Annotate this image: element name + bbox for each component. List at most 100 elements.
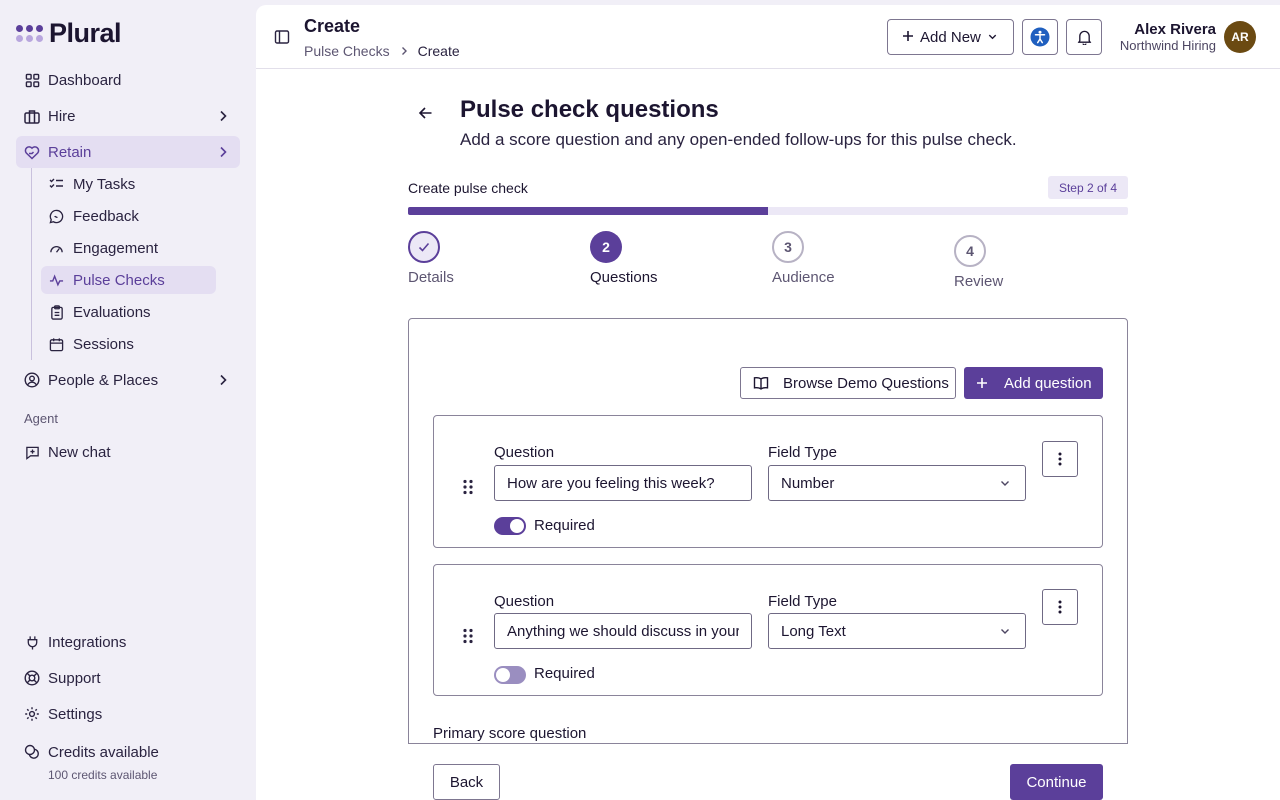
accessibility-icon: [1030, 27, 1050, 47]
breadcrumb-link[interactable]: Pulse Checks: [304, 43, 390, 59]
sidebar-toggle-icon[interactable]: [274, 29, 290, 45]
field-type-select[interactable]: Number: [768, 465, 1026, 501]
submenu-guide-line: [31, 168, 32, 360]
drag-handle-icon[interactable]: [462, 479, 474, 495]
toggle-knob: [496, 668, 510, 682]
browse-label: Browse Demo Questions: [783, 374, 949, 392]
chevron-right-icon: [220, 146, 227, 158]
field-type-value: Long Text: [781, 622, 846, 640]
sidebar-item-label: My Tasks: [73, 175, 136, 193]
browse-demo-questions-button[interactable]: Browse Demo Questions: [740, 367, 956, 399]
continue-button[interactable]: Continue: [1010, 764, 1103, 800]
field-type-label: Field Type: [768, 593, 837, 610]
wizard-progress-fill: [408, 207, 768, 215]
brand-name: Plural: [49, 18, 122, 48]
sidebar-item-label: Retain: [48, 143, 92, 161]
sidebar-item-label: Support: [48, 669, 101, 687]
question-input[interactable]: [494, 465, 752, 501]
question-menu-button[interactable]: [1042, 589, 1078, 625]
field-type-value: Number: [781, 474, 835, 492]
sidebar-item-dashboard[interactable]: Dashboard: [16, 64, 240, 96]
sidebar-item-settings[interactable]: Settings: [16, 698, 240, 730]
sidebar-item-my-tasks[interactable]: My Tasks: [41, 170, 216, 198]
sidebar-item-engagement[interactable]: Engagement: [41, 234, 216, 262]
chevron-right-icon: [220, 110, 227, 122]
step-badge: Step 2 of 4: [1048, 176, 1128, 199]
wizard-step-audience[interactable]: 3 Audience: [772, 231, 835, 286]
sidebar-item-credits[interactable]: Credits available: [16, 736, 240, 768]
sidebar-item-label: Sessions: [73, 335, 134, 353]
sidebar-item-sessions[interactable]: Sessions: [41, 330, 216, 358]
coins-icon: [24, 744, 40, 760]
add-question-button[interactable]: Add question: [964, 367, 1103, 399]
user-name: Alex Rivera: [1134, 21, 1216, 38]
plus-icon: [902, 29, 914, 46]
field-type-label: Field Type: [768, 444, 837, 461]
bell-icon: [1077, 30, 1091, 45]
drag-handle-icon[interactable]: [462, 628, 474, 644]
back-arrow-icon[interactable]: [416, 103, 436, 123]
required-toggle[interactable]: [494, 517, 526, 535]
wizard-step-details[interactable]: Details: [408, 231, 454, 286]
sidebar-item-new-chat[interactable]: New chat: [16, 436, 240, 468]
chevron-down-icon: [987, 29, 998, 46]
sidebar-item-support[interactable]: Support: [16, 662, 240, 694]
avatar[interactable]: AR: [1224, 21, 1256, 53]
pulse-icon: [49, 273, 64, 288]
step-number: 4: [954, 235, 986, 267]
briefcase-icon: [24, 108, 40, 124]
wizard-step-questions[interactable]: 2 Questions: [590, 231, 658, 286]
notifications-button[interactable]: [1066, 19, 1102, 55]
field-type-select[interactable]: Long Text: [768, 613, 1026, 649]
agent-section-label: Agent: [24, 411, 58, 426]
heart-hand-icon: [24, 144, 40, 160]
main-panel: Create Pulse Checks Create Add New Alex …: [256, 5, 1280, 800]
step-label: Audience: [772, 269, 835, 286]
sidebar-item-label: Dashboard: [48, 71, 122, 89]
chevron-right-icon: [399, 43, 409, 59]
new-chat-icon: [24, 444, 40, 460]
sidebar-item-label: Feedback: [73, 207, 139, 225]
sidebar-item-feedback[interactable]: Feedback: [41, 202, 216, 230]
credits-detail: 100 credits available: [48, 768, 158, 782]
sidebar-item-label: Hire: [48, 107, 76, 125]
required-label: Required: [534, 517, 595, 534]
question-menu-button[interactable]: [1042, 441, 1078, 477]
logo-mark-icon: [16, 25, 43, 42]
back-button[interactable]: Back: [433, 764, 500, 800]
clipboard-icon: [49, 304, 64, 320]
gauge-icon: [49, 241, 64, 256]
gear-icon: [24, 706, 40, 722]
grid-icon: [24, 72, 40, 88]
sidebar-item-label: Integrations: [48, 633, 127, 651]
accessibility-button[interactable]: [1022, 19, 1058, 55]
step-number: 3: [772, 231, 804, 263]
plug-icon: [24, 634, 40, 650]
sidebar-item-pulse-checks[interactable]: Pulse Checks: [41, 266, 216, 294]
brand-logo[interactable]: Plural: [16, 18, 122, 49]
required-toggle[interactable]: [494, 666, 526, 684]
sidebar-item-integrations[interactable]: Integrations: [16, 626, 240, 658]
primary-score-label: Primary score question: [433, 725, 587, 742]
add-new-label: Add New: [920, 28, 981, 46]
question-input[interactable]: [494, 613, 752, 649]
wizard-step-review[interactable]: 4 Review: [954, 235, 1003, 290]
sidebar-item-label: Engagement: [73, 239, 159, 257]
sidebar-item-label: Pulse Checks: [73, 271, 165, 289]
sidebar-item-hire[interactable]: Hire: [16, 100, 240, 132]
book-open-icon: [753, 376, 769, 390]
sidebar-item-retain[interactable]: Retain: [16, 136, 240, 168]
page-header-title: Create: [304, 16, 361, 36]
app-root: Plural Dashboard Hire Retain My Tasks Fe…: [0, 0, 1280, 800]
sidebar-item-label: Credits available: [48, 743, 159, 761]
add-new-button[interactable]: Add New: [887, 19, 1014, 55]
breadcrumb-current: Create: [417, 43, 460, 59]
question-card: Question Field Type Long Text Required: [433, 564, 1103, 696]
chat-bubble-icon: [49, 209, 64, 224]
sidebar-item-people-places[interactable]: People & Places: [16, 364, 240, 396]
wizard-progress-bar: [408, 207, 1128, 215]
lifebuoy-icon: [24, 670, 40, 686]
toggle-knob: [510, 519, 524, 533]
step-number: 2: [590, 231, 622, 263]
sidebar-item-evaluations[interactable]: Evaluations: [41, 298, 216, 326]
